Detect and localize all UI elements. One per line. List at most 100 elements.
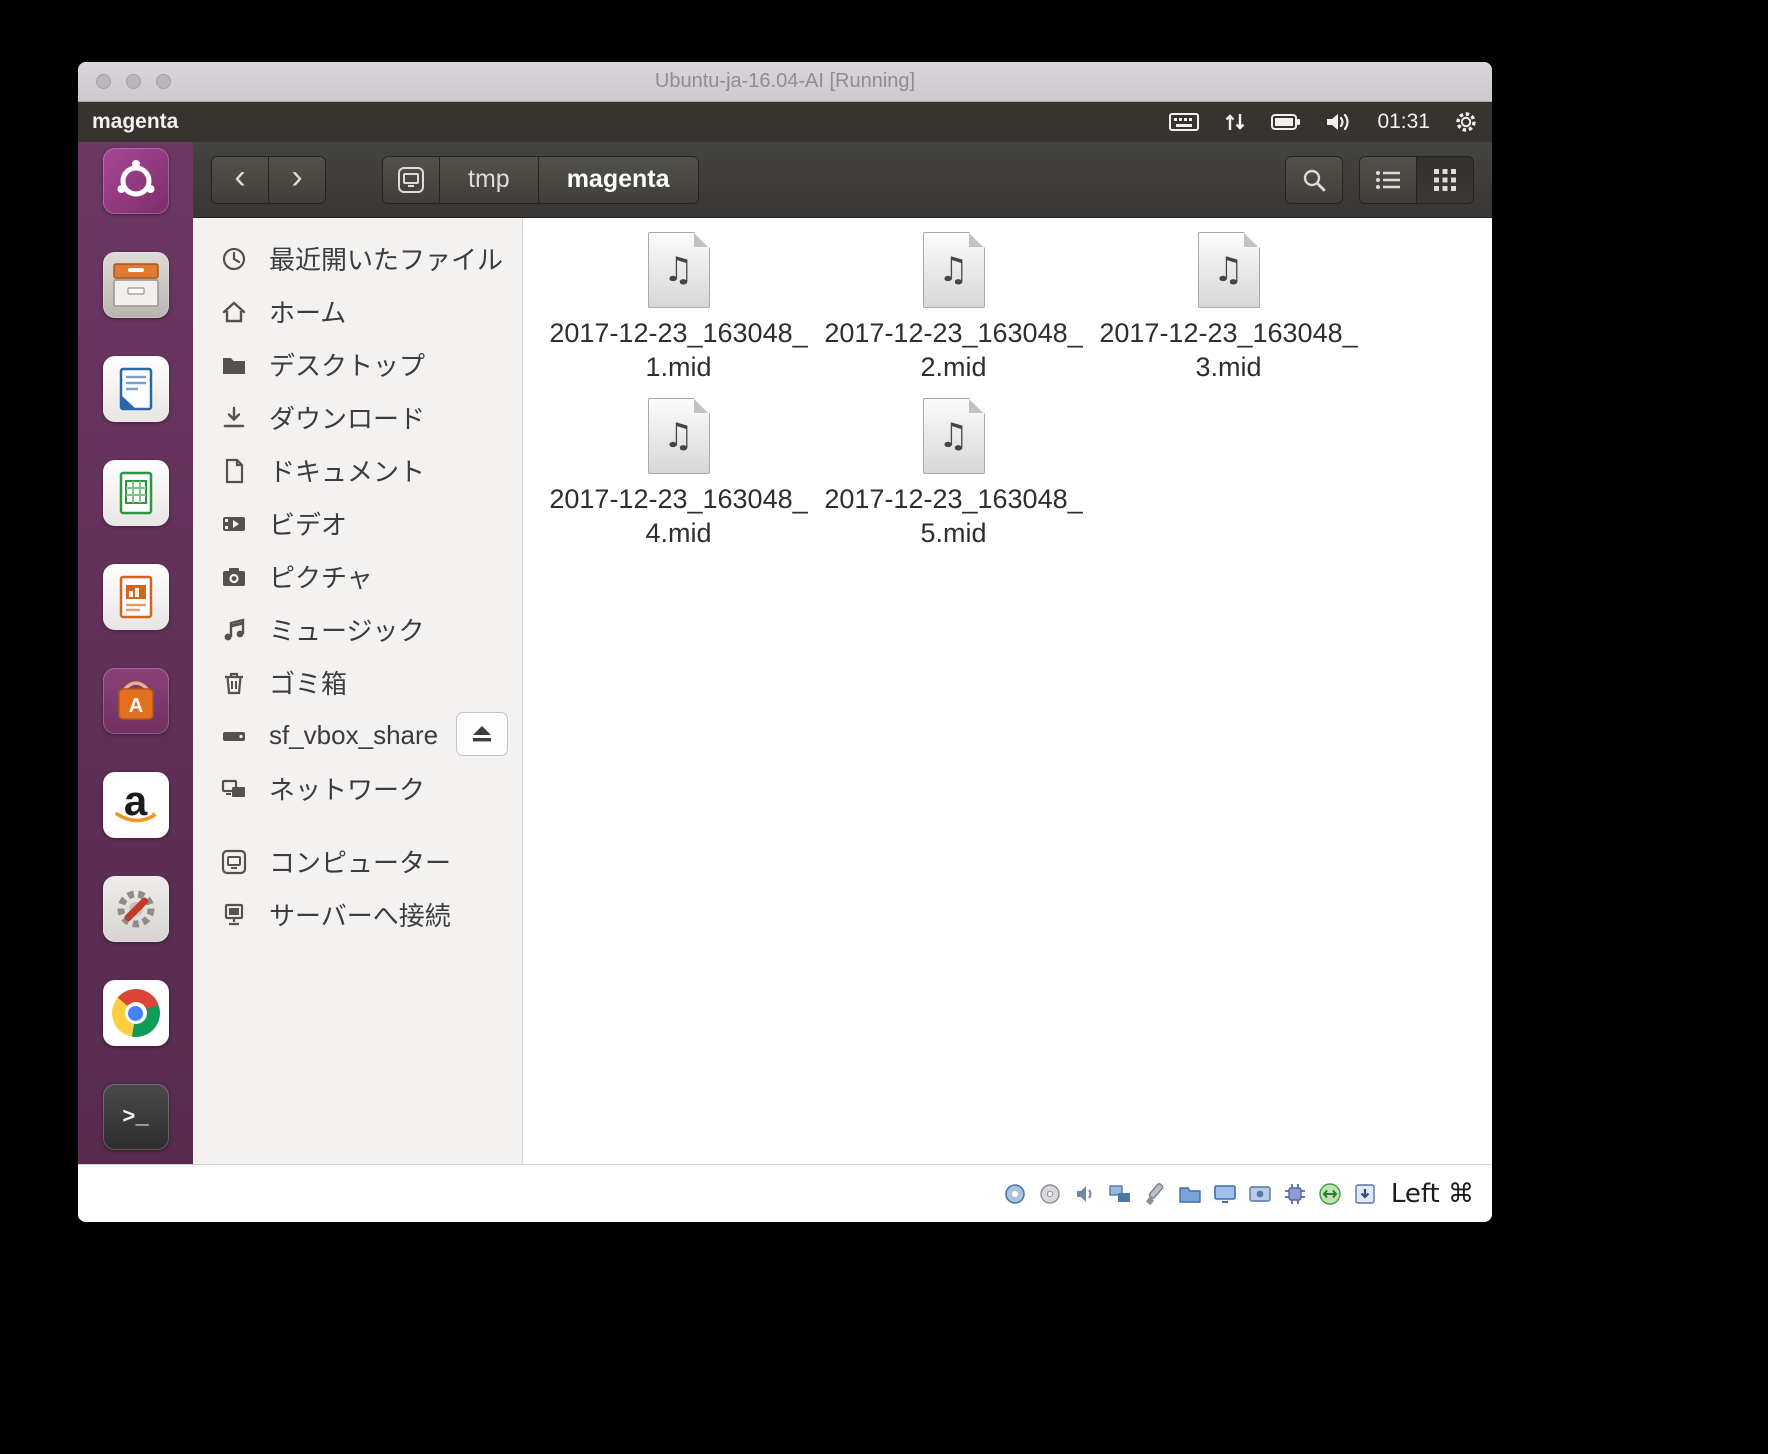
launcher-chrome[interactable] xyxy=(103,980,169,1046)
launcher-system-settings[interactable] xyxy=(103,876,169,942)
sidebar-label: 最近開いたファイル xyxy=(269,240,503,277)
grid-view-icon xyxy=(1433,168,1457,192)
download-icon xyxy=(219,405,249,431)
folder-icon xyxy=(219,352,249,378)
file-item-2[interactable]: ♫ 2017-12-23_163048_2.mid xyxy=(816,232,1091,384)
sidebar-label: sf_vbox_share xyxy=(269,720,438,751)
shared-folders-icon[interactable] xyxy=(1177,1181,1203,1207)
launcher-ubuntu-dash[interactable] xyxy=(103,148,169,214)
file-name: 2017-12-23_163048_2.mid xyxy=(824,316,1082,384)
breadcrumb-computer-button[interactable] xyxy=(382,156,440,204)
launcher-libreoffice-calc[interactable] xyxy=(103,460,169,526)
eject-button[interactable] xyxy=(456,712,508,756)
sidebar-item-music[interactable]: ミュージック xyxy=(193,603,522,656)
panel-app-name: magenta xyxy=(92,110,178,134)
midi-file-icon: ♫ xyxy=(923,398,985,474)
sidebar-item-recent[interactable]: 最近開いたファイル xyxy=(193,232,522,285)
list-view-button[interactable] xyxy=(1359,156,1417,204)
midi-file-icon: ♫ xyxy=(1198,232,1260,308)
sidebar-item-pictures[interactable]: ピクチャ xyxy=(193,550,522,603)
mouse-integration-icon[interactable] xyxy=(1317,1181,1343,1207)
search-button[interactable] xyxy=(1285,156,1343,204)
sidebar-item-videos[interactable]: ビデオ xyxy=(193,497,522,550)
terminal-prompt-glyph: >_ xyxy=(122,1105,148,1130)
launcher-files[interactable] xyxy=(103,252,169,318)
forward-button[interactable]: › xyxy=(268,156,326,204)
usb-icon[interactable] xyxy=(1142,1181,1168,1207)
sidebar-label: ビデオ xyxy=(269,505,347,542)
volume-icon[interactable] xyxy=(1325,111,1353,133)
panel-clock[interactable]: 01:31 xyxy=(1377,110,1430,134)
midi-file-icon: ♫ xyxy=(923,232,985,308)
file-view[interactable]: ♫ 2017-12-23_163048_1.mid ♫ 2017-12-23_1… xyxy=(523,218,1492,1164)
sidebar-label: ネットワーク xyxy=(269,770,425,807)
nautilus-toolbar: ‹ › tmp magenta xyxy=(193,142,1492,218)
updown-arrows-icon[interactable] xyxy=(1223,110,1247,134)
sidebar-label: コンピューター xyxy=(269,843,451,880)
computer-icon xyxy=(397,166,425,194)
session-gear-icon[interactable] xyxy=(1454,110,1478,134)
file-item-3[interactable]: ♫ 2017-12-23_163048_3.mid xyxy=(1091,232,1366,384)
launcher-terminal[interactable]: >_ xyxy=(103,1084,169,1150)
host-key-label: Left ⌘ xyxy=(1391,1179,1474,1209)
nav-buttons: ‹ › xyxy=(211,156,326,204)
launcher-amazon[interactable]: a xyxy=(103,772,169,838)
sidebar-item-trash[interactable]: ゴミ箱 xyxy=(193,656,522,709)
audio-icon[interactable] xyxy=(1072,1181,1098,1207)
back-button[interactable]: ‹ xyxy=(211,156,269,204)
recording-icon[interactable] xyxy=(1247,1181,1273,1207)
unity-launcher: A a >_ xyxy=(78,142,193,1164)
search-icon xyxy=(1301,167,1327,193)
sidebar-item-desktop[interactable]: デスクトップ xyxy=(193,338,522,391)
sidebar-item-home[interactable]: ホーム xyxy=(193,285,522,338)
server-icon xyxy=(219,902,249,928)
close-button[interactable] xyxy=(96,74,111,89)
hdd-icon[interactable] xyxy=(1002,1181,1028,1207)
document-icon xyxy=(219,458,249,484)
home-icon xyxy=(219,299,249,325)
drive-icon xyxy=(219,723,249,749)
sidebar-item-network[interactable]: ネットワーク xyxy=(193,762,522,815)
grid-view-button[interactable] xyxy=(1416,156,1474,204)
breadcrumb-segment-tmp[interactable]: tmp xyxy=(439,156,539,204)
launcher-ubuntu-software[interactable]: A xyxy=(103,668,169,734)
sidebar-item-sf-vbox-share[interactable]: sf_vbox_share xyxy=(193,709,522,762)
zoom-button[interactable] xyxy=(156,74,171,89)
sidebar-label: ダウンロード xyxy=(269,399,425,436)
sidebar-separator xyxy=(193,815,522,835)
display-icon[interactable] xyxy=(1212,1181,1238,1207)
chrome-logo xyxy=(112,989,160,1037)
unity-top-panel: magenta 01:31 xyxy=(78,102,1492,142)
keyboard-icon[interactable] xyxy=(1169,111,1199,133)
launcher-libreoffice-impress[interactable] xyxy=(103,564,169,630)
sidebar-label: ホーム xyxy=(269,293,346,330)
sidebar-label: ミュージック xyxy=(269,611,424,648)
sidebar-item-connect-to-server[interactable]: サーバーへ接続 xyxy=(193,888,522,941)
nautilus-sidebar: 最近開いたファイル ホーム デスクトップ ダウンロード xyxy=(193,218,523,1164)
sidebar-item-documents[interactable]: ドキュメント xyxy=(193,444,522,497)
features-icon[interactable] xyxy=(1282,1181,1308,1207)
sidebar-label: サーバーへ接続 xyxy=(269,896,451,933)
video-icon xyxy=(219,511,249,537)
optical-disc-icon[interactable] xyxy=(1037,1181,1063,1207)
sidebar-item-computer[interactable]: コンピューター xyxy=(193,835,522,888)
music-note-icon xyxy=(219,617,249,643)
file-item-4[interactable]: ♫ 2017-12-23_163048_4.mid xyxy=(541,398,816,550)
network-icon[interactable] xyxy=(1107,1181,1133,1207)
vbox-statusbar: Left ⌘ xyxy=(78,1164,1492,1222)
file-item-1[interactable]: ♫ 2017-12-23_163048_1.mid xyxy=(541,232,816,384)
breadcrumb-segment-magenta[interactable]: magenta xyxy=(538,156,699,204)
file-item-5[interactable]: ♫ 2017-12-23_163048_5.mid xyxy=(816,398,1091,550)
network-icon xyxy=(219,776,249,802)
mac-titlebar: Ubuntu-ja-16.04-AI [Running] xyxy=(78,62,1492,102)
launcher-libreoffice-writer[interactable] xyxy=(103,356,169,422)
amazon-smile-icon xyxy=(115,812,157,826)
sidebar-label: ゴミ箱 xyxy=(269,664,347,701)
trash-icon xyxy=(219,670,249,696)
computer-icon xyxy=(219,849,249,875)
sidebar-item-downloads[interactable]: ダウンロード xyxy=(193,391,522,444)
keyboard-input-icon[interactable] xyxy=(1352,1181,1378,1207)
minimize-button[interactable] xyxy=(126,74,141,89)
file-name: 2017-12-23_163048_3.mid xyxy=(1099,316,1357,384)
battery-icon[interactable] xyxy=(1271,113,1301,131)
